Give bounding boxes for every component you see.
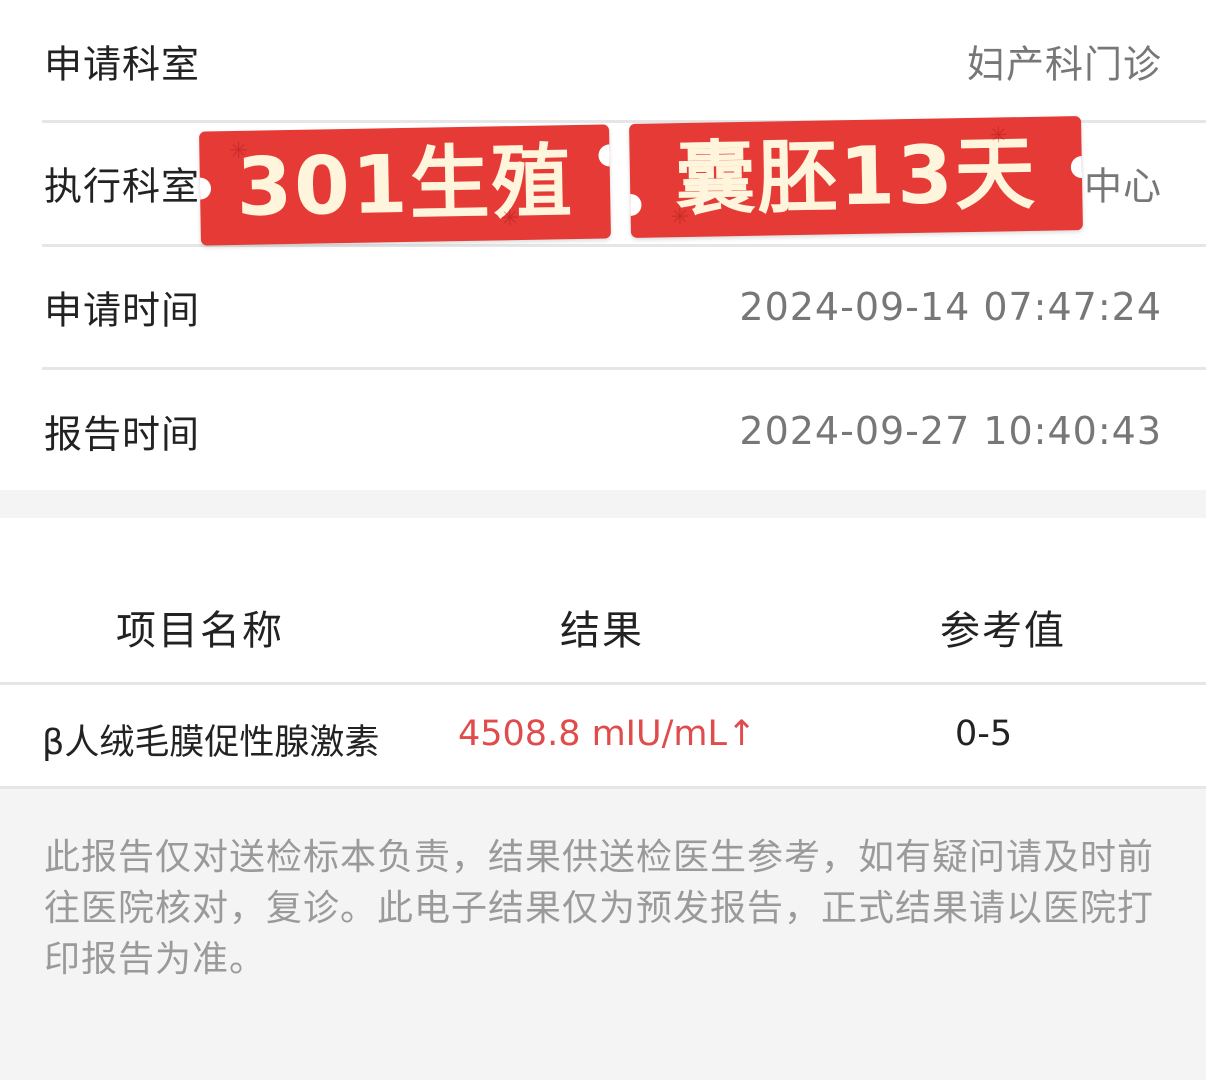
reference-value-cell: 0-5 bbox=[955, 714, 1013, 754]
pattern-mark: ✳ bbox=[989, 123, 1010, 149]
result-value-cell: 4508.8 mIU/mL↑ bbox=[458, 714, 757, 754]
pattern-mark: ✳ bbox=[670, 204, 692, 231]
sticker-label-clinic: ✳ ✳ 301生殖 bbox=[199, 124, 611, 246]
column-header-item-name: 项目名称 bbox=[116, 608, 284, 654]
results-table: 项目名称 结果 参考值 β人绒毛膜促性腺激素 4508.8 mIU/mL↑ 0-… bbox=[0, 518, 1206, 789]
sticker-notch bbox=[199, 177, 212, 200]
info-row-report-time: 报告时间 2024-09-27 10:40:43 bbox=[42, 370, 1206, 492]
report-page: 申请科室 妇产科门诊 执行科室 中心 申请时间 2024-09-14 07:47… bbox=[0, 0, 1206, 1080]
report-time-value: 2024-09-27 10:40:43 bbox=[739, 409, 1162, 453]
sticker-notch bbox=[1070, 155, 1083, 179]
apply-time-label: 申请时间 bbox=[44, 288, 201, 333]
row-divider bbox=[0, 786, 1206, 789]
exec-department-value: 中心 bbox=[1083, 164, 1162, 209]
sticker-notch bbox=[598, 144, 611, 167]
apply-time-value: 2024-09-14 07:47:24 bbox=[739, 285, 1162, 329]
sticker-notch bbox=[629, 193, 642, 217]
header-divider bbox=[0, 682, 1206, 685]
report-info-card: 申请科室 妇产科门诊 执行科室 中心 申请时间 2024-09-14 07:47… bbox=[0, 0, 1206, 490]
pattern-mark: ✳ bbox=[500, 205, 522, 232]
disclaimer-text: 此报告仅对送检标本负责，结果供送检医生参考，如有疑问请及时前往医院核对，复诊。此… bbox=[44, 837, 1155, 980]
column-header-result: 结果 bbox=[560, 608, 644, 654]
pattern-mark: ✳ bbox=[229, 138, 251, 165]
info-row-apply-time: 申请时间 2024-09-14 07:47:24 bbox=[42, 246, 1206, 368]
item-name-cell: β人绒毛膜促性腺激素 bbox=[42, 723, 380, 763]
apply-department-value: 妇产科门诊 bbox=[966, 42, 1162, 87]
sticker-label-embryo: ✳ ✳ 囊胚13天 bbox=[629, 116, 1083, 238]
info-row-apply-department: 申请科室 妇产科门诊 bbox=[42, 0, 1206, 122]
apply-department-label: 申请科室 bbox=[44, 42, 201, 87]
sticker-text-clinic: 301生殖 bbox=[235, 135, 575, 234]
exec-department-label: 执行科室 bbox=[44, 164, 201, 209]
sticker-text-embryo: 囊胚13天 bbox=[674, 126, 1038, 227]
report-time-label: 报告时间 bbox=[44, 412, 201, 457]
column-header-reference: 参考值 bbox=[940, 608, 1066, 654]
